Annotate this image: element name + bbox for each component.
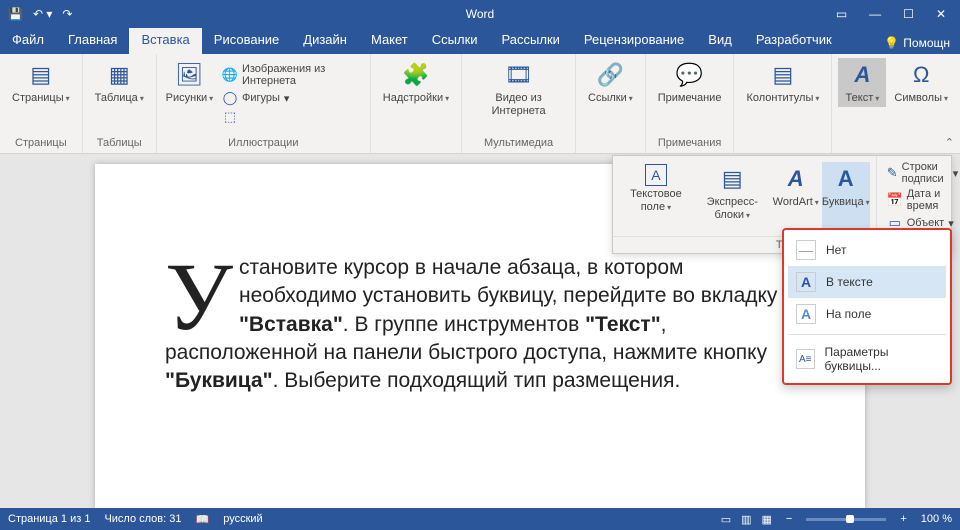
- tab-draw[interactable]: Рисование: [202, 28, 291, 54]
- smartart-icon: ⬚: [222, 109, 238, 125]
- online-video-button[interactable]: 🎞 Видео из Интернета: [468, 58, 569, 120]
- dropcap-options-icon: A≡: [796, 349, 815, 369]
- wordart-icon: A: [781, 164, 811, 194]
- drop-cap: У: [165, 254, 239, 337]
- dropcap-options[interactable]: A≡ Параметры буквицы...: [788, 339, 946, 379]
- redo-icon[interactable]: ↷: [62, 7, 72, 21]
- dropcap-none[interactable]: — Нет: [788, 234, 946, 266]
- status-words[interactable]: Число слов: 31: [104, 513, 181, 525]
- online-pictures-button[interactable]: 🌐Изображения из Интернета: [218, 62, 364, 88]
- dropcap-icon: A: [831, 164, 861, 194]
- quick-parts-icon: ▤: [717, 164, 747, 194]
- tab-design[interactable]: Дизайн: [291, 28, 359, 54]
- zoom-in-icon[interactable]: +: [900, 513, 906, 525]
- smartart-button[interactable]: ⬚: [218, 108, 364, 126]
- group-addins-label: [414, 137, 417, 151]
- symbols-button[interactable]: Ω Символы: [888, 58, 954, 107]
- minimize-icon[interactable]: —: [869, 7, 881, 21]
- dropcap-in-margin[interactable]: A На поле: [788, 298, 946, 330]
- signature-line-button[interactable]: ✎Строки подписи ▾: [883, 160, 960, 186]
- paragraph[interactable]: У становите курсор в начале абзаца, в ко…: [165, 254, 805, 396]
- group-headerfooter-label: [781, 137, 784, 151]
- pages-button[interactable]: ▤ Страницы: [6, 58, 76, 107]
- pictures-button[interactable]: 🖼 Рисунки: [163, 58, 216, 107]
- dropcap-in-text[interactable]: A В тексте: [788, 266, 946, 298]
- table-icon: ▦: [104, 60, 134, 90]
- shapes-button[interactable]: ◯Фигуры ▾: [218, 89, 364, 107]
- tell-me[interactable]: 💡Помощн: [874, 28, 960, 54]
- group-media-label: Мультимедиа: [484, 137, 553, 151]
- zoom-level[interactable]: 100 %: [921, 513, 952, 525]
- dropcap-button[interactable]: A Буквица: [822, 162, 870, 234]
- header-footer-button[interactable]: ▤ Колонтитулы: [740, 58, 825, 107]
- group-links-label: [609, 137, 612, 151]
- textbox-icon: A: [645, 164, 667, 186]
- title-bar: 💾 ↶ ▾ ↷ Word ▭ — ☐ ✕: [0, 0, 960, 28]
- status-bar: Страница 1 из 1 Число слов: 31 📖 русский…: [0, 508, 960, 530]
- tab-review[interactable]: Рецензирование: [572, 28, 696, 54]
- date-time-button[interactable]: 📅Дата и время: [883, 187, 960, 213]
- omega-icon: Ω: [906, 60, 936, 90]
- web-layout-icon[interactable]: ▦: [762, 513, 772, 526]
- text-icon: A: [847, 60, 877, 90]
- wordart-button[interactable]: A WordArt: [772, 162, 820, 234]
- tab-mailings[interactable]: Рассылки: [490, 28, 572, 54]
- group-symbols-label: [895, 137, 898, 151]
- addins-icon: 🧩: [401, 60, 431, 90]
- status-page[interactable]: Страница 1 из 1: [8, 513, 90, 525]
- dropcap-intext-icon: A: [796, 272, 816, 292]
- dropcap-menu: — Нет A В тексте A На поле A≡ Параметры …: [782, 228, 952, 385]
- table-button[interactable]: ▦ Таблица: [89, 58, 150, 107]
- links-button[interactable]: 🔗 Ссылки: [582, 58, 639, 107]
- link-icon: 🔗: [595, 60, 625, 90]
- status-language[interactable]: русский: [223, 513, 262, 525]
- save-icon[interactable]: 💾: [8, 7, 23, 21]
- comment-icon: 💬: [675, 60, 705, 90]
- group-pages-label: Страницы: [15, 137, 67, 151]
- date-icon: 📅: [887, 192, 903, 208]
- tab-developer[interactable]: Разработчик: [744, 28, 844, 54]
- ribbon-options-icon[interactable]: ▭: [836, 7, 847, 21]
- collapse-ribbon-icon[interactable]: ⌃: [945, 136, 954, 149]
- ribbon-tabs: Файл Главная Вставка Рисование Дизайн Ма…: [0, 28, 960, 54]
- tab-insert[interactable]: Вставка: [129, 28, 201, 54]
- group-tables-label: Таблицы: [97, 137, 142, 151]
- document-area: У становите курсор в начале абзаца, в ко…: [0, 154, 960, 508]
- close-icon[interactable]: ✕: [936, 7, 946, 21]
- group-comments-label: Примечания: [658, 137, 722, 151]
- dropcap-none-icon: —: [796, 240, 816, 260]
- comment-button[interactable]: 💬 Примечание: [652, 58, 728, 107]
- spellcheck-icon[interactable]: 📖: [196, 513, 210, 526]
- undo-icon[interactable]: ↶ ▾: [33, 7, 52, 21]
- shapes-icon: ◯: [222, 90, 238, 106]
- online-pictures-icon: 🌐: [222, 67, 238, 83]
- dropcap-inmargin-icon: A: [796, 304, 816, 324]
- page-icon: ▤: [26, 60, 56, 90]
- tab-layout[interactable]: Макет: [359, 28, 420, 54]
- pictures-icon: 🖼: [174, 60, 204, 90]
- print-layout-icon[interactable]: ▥: [741, 513, 751, 526]
- app-title: Word: [466, 7, 494, 21]
- zoom-out-icon[interactable]: −: [786, 513, 792, 525]
- ribbon: ▤ Страницы Страницы ▦ Таблица Таблицы 🖼 …: [0, 54, 960, 154]
- zoom-slider[interactable]: [806, 518, 886, 521]
- tab-references[interactable]: Ссылки: [420, 28, 490, 54]
- read-mode-icon[interactable]: ▭: [721, 513, 731, 526]
- quick-parts-button[interactable]: ▤ Экспресс-блоки: [695, 162, 770, 234]
- tab-home[interactable]: Главная: [56, 28, 129, 54]
- addins-button[interactable]: 🧩 Надстройки: [377, 58, 455, 107]
- video-icon: 🎞: [504, 60, 534, 90]
- tab-file[interactable]: Файл: [0, 28, 56, 54]
- text-button[interactable]: A Текст: [838, 58, 886, 107]
- header-icon: ▤: [768, 60, 798, 90]
- signature-icon: ✎: [887, 165, 898, 181]
- tab-view[interactable]: Вид: [696, 28, 744, 54]
- group-illustrations-label: Иллюстрации: [228, 137, 298, 151]
- maximize-icon[interactable]: ☐: [903, 7, 914, 21]
- textbox-button[interactable]: A Текстовое поле: [619, 162, 693, 234]
- bulb-icon: 💡: [884, 36, 899, 50]
